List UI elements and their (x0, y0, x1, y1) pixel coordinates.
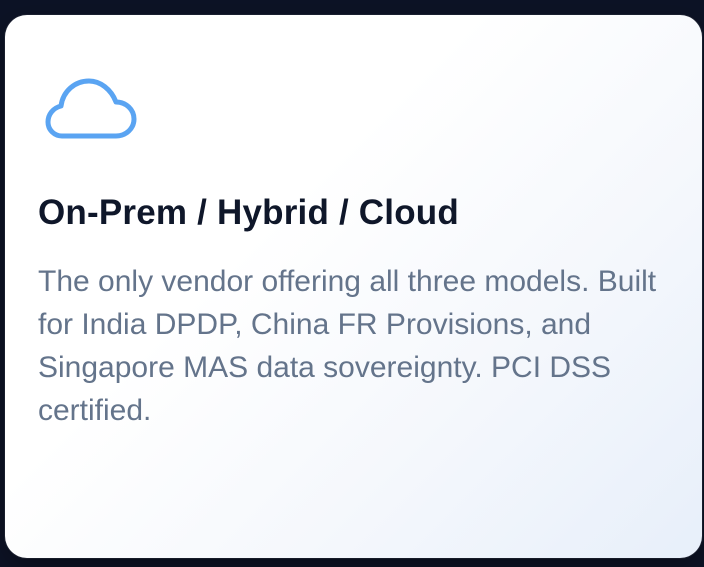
card-description: The only vendor offering all three model… (38, 265, 657, 427)
cloud-icon (45, 78, 137, 139)
feature-card: On-Prem / Hybrid / Cloud The only vendor… (5, 15, 702, 558)
card-title: On-Prem / Hybrid / Cloud (38, 193, 459, 232)
